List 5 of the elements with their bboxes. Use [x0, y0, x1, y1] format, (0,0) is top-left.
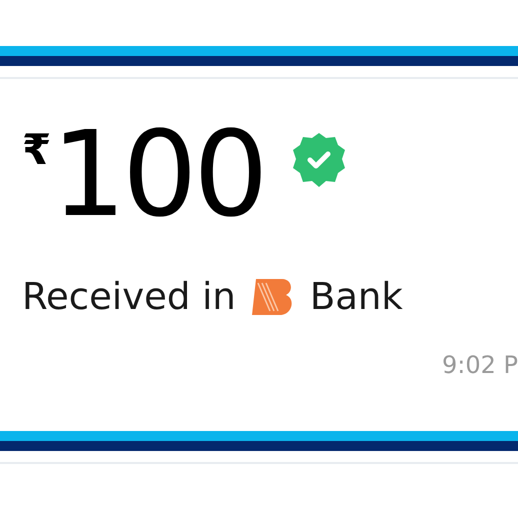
transaction-time: 9:02 P [442, 350, 518, 380]
bank-name: Bank [310, 274, 403, 320]
received-label: Received in [22, 274, 236, 320]
amount: 100 [51, 115, 264, 233]
currency-symbol: ₹ [22, 129, 52, 171]
